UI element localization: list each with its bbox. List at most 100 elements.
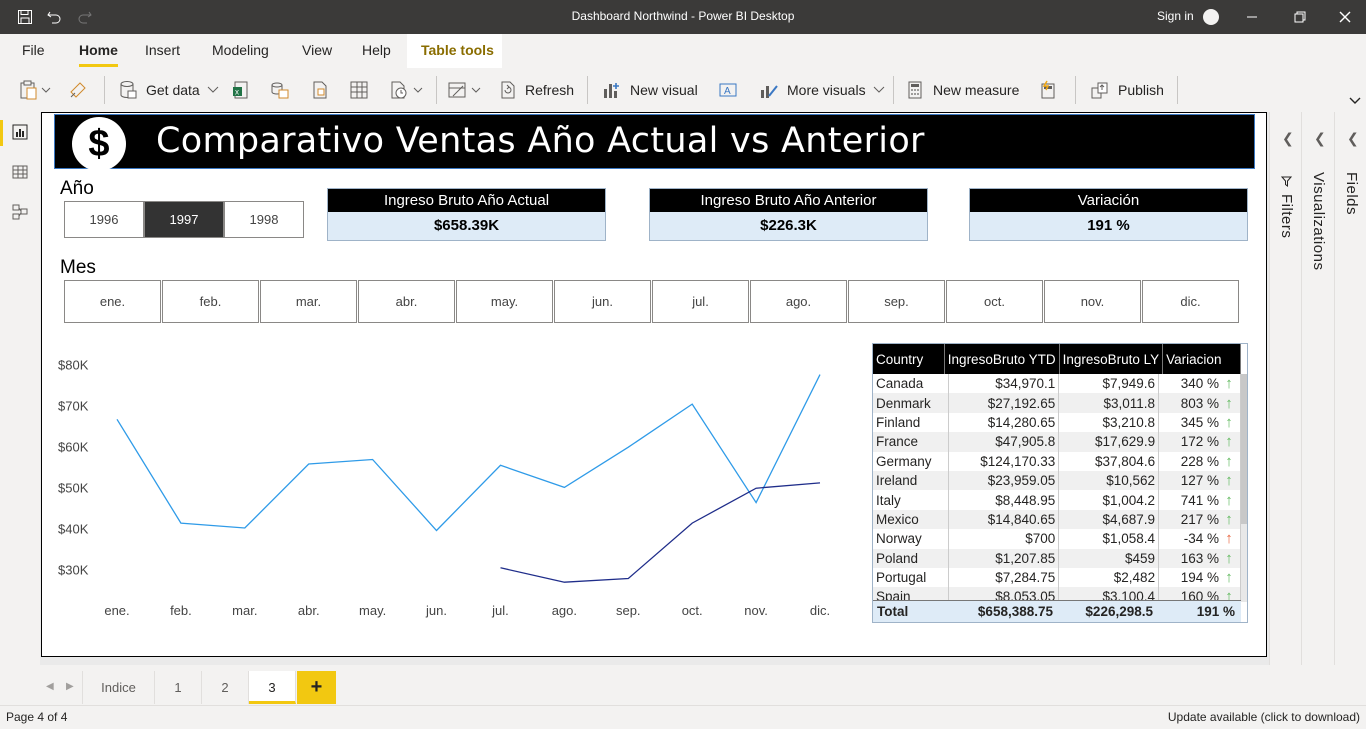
next-page-icon[interactable]: ▶ — [66, 681, 74, 692]
text-box-button[interactable]: A — [718, 79, 738, 101]
month-option[interactable]: jun. — [554, 280, 651, 323]
month-option[interactable]: feb. — [162, 280, 259, 323]
data-point[interactable] — [497, 565, 503, 571]
table-row[interactable]: Portugal $7,284.75 $2,482 194 % ↑ — [873, 567, 1241, 588]
page-tab-2[interactable]: 2 — [202, 671, 249, 704]
model-view-icon[interactable] — [12, 204, 28, 220]
new-visual-button[interactable]: New visual — [602, 79, 698, 101]
filters-pane[interactable]: ❮ Filters — [1269, 112, 1301, 705]
collapse-ribbon-icon[interactable] — [1348, 96, 1362, 106]
kpi-card-previous[interactable]: Ingreso Bruto Año Anterior $226.3K — [649, 188, 928, 241]
table-row[interactable]: Italy $8,448.95 $1,004.2 741 % ↑ — [873, 490, 1241, 510]
page-tab-3[interactable]: 3 — [249, 671, 296, 704]
new-measure-button[interactable]: New measure — [905, 79, 1019, 101]
data-point[interactable] — [689, 401, 695, 407]
format-painter-button[interactable] — [68, 79, 88, 101]
table-row[interactable]: Denmark $27,192.65 $3,011.8 803 % ↑ — [873, 393, 1241, 413]
table-row[interactable]: Norway $700 $1,058.4 -34 % ↑ — [873, 529, 1241, 549]
data-point[interactable] — [625, 444, 631, 450]
table-row[interactable]: Finland $14,280.65 $3,210.8 345 % ↑ — [873, 412, 1241, 433]
month-option[interactable]: mar. — [260, 280, 357, 323]
data-point[interactable] — [242, 525, 248, 531]
quick-measure-button[interactable] — [1038, 79, 1058, 101]
data-point[interactable] — [561, 484, 567, 490]
data-point[interactable] — [561, 579, 567, 585]
table-row[interactable]: France $47,905.8 $17,629.9 172 % ↑ — [873, 432, 1241, 452]
year-option-1997[interactable]: 1997 — [144, 201, 224, 238]
chevron-left-icon[interactable]: ❮ — [1282, 130, 1294, 147]
get-data-button[interactable]: Get data — [118, 79, 220, 101]
kpi-card-current[interactable]: Ingreso Bruto Año Actual $658.39K — [327, 188, 606, 241]
data-point[interactable] — [497, 462, 503, 468]
data-point[interactable] — [689, 520, 695, 526]
avatar[interactable] — [1203, 9, 1219, 25]
tab-file[interactable]: File — [22, 42, 45, 58]
tab-help[interactable]: Help — [362, 42, 391, 58]
update-available-link[interactable]: Update available (click to download) — [1168, 710, 1360, 724]
table-row[interactable]: Poland $1,207.85 $459 163 % ↑ — [873, 548, 1241, 568]
fields-pane[interactable]: ❮ Fields — [1334, 112, 1366, 705]
table-row[interactable]: Ireland $23,959.05 $10,562 127 % ↑ — [873, 470, 1241, 491]
add-page-button[interactable]: + — [297, 671, 336, 704]
tab-modeling[interactable]: Modeling — [212, 42, 269, 58]
data-point[interactable] — [753, 500, 759, 506]
data-point[interactable] — [625, 576, 631, 582]
tab-view[interactable]: View — [302, 42, 332, 58]
column-header-variacion[interactable]: Variacion — [1162, 344, 1241, 374]
month-option[interactable]: oct. — [946, 280, 1043, 323]
sign-in-link[interactable]: Sign in — [1157, 9, 1194, 23]
page-tab-1[interactable]: 1 — [155, 671, 202, 704]
kpi-card-variation[interactable]: Variación 191 % — [969, 188, 1248, 241]
month-option[interactable]: sep. — [848, 280, 945, 323]
table-row[interactable]: Spain $8,053.05 $3,100.4 160 % ↑ — [873, 587, 1241, 600]
month-option[interactable]: ene. — [64, 280, 161, 323]
chevron-left-icon[interactable]: ❮ — [1347, 130, 1359, 147]
chevron-left-icon[interactable]: ❮ — [1314, 130, 1326, 147]
report-view-icon[interactable] — [12, 124, 28, 140]
close-icon[interactable] — [1336, 8, 1354, 26]
month-option[interactable]: ago. — [750, 280, 847, 323]
line-chart[interactable]: $30K $40K $50K $60K $70K $80K ene. feb. mar. abr.… — [52, 340, 864, 625]
tab-table-tools[interactable]: Table tools — [407, 34, 502, 68]
prev-page-icon[interactable]: ◀ — [46, 681, 54, 692]
excel-button[interactable]: x — [232, 79, 252, 101]
column-header-ytd[interactable]: IngresoBruto YTD — [944, 344, 1060, 374]
tab-insert[interactable]: Insert — [145, 42, 180, 58]
month-option[interactable]: dic. — [1142, 280, 1239, 323]
restore-icon[interactable] — [1291, 8, 1309, 26]
country-table[interactable]: Country IngresoBruto YTD IngresoBruto LY… — [872, 343, 1248, 623]
visualizations-pane[interactable]: ❮ Visualizations — [1301, 112, 1334, 705]
data-point[interactable] — [817, 480, 823, 486]
enter-data-button[interactable] — [349, 79, 369, 101]
recent-sources-button[interactable] — [389, 79, 425, 101]
data-point[interactable] — [817, 372, 823, 378]
publish-button[interactable]: Publish — [1090, 79, 1164, 101]
dataset-button[interactable] — [270, 79, 290, 101]
series-line-previous-year[interactable] — [500, 482, 821, 583]
data-point[interactable] — [370, 457, 376, 463]
month-option[interactable]: abr. — [358, 280, 455, 323]
table-scroll-thumb[interactable] — [1241, 374, 1247, 524]
table-row[interactable]: Mexico $14,840.65 $4,687.9 217 % ↑ — [873, 509, 1241, 530]
data-point[interactable] — [434, 528, 440, 534]
column-header-country[interactable]: Country — [873, 344, 945, 374]
data-point[interactable] — [753, 485, 759, 491]
paste-button[interactable] — [19, 79, 53, 101]
dataverse-button[interactable] — [310, 79, 330, 101]
year-option-1996[interactable]: 1996 — [64, 201, 144, 238]
table-row[interactable]: Canada $34,970.1 $7,949.6 340 % ↑ — [873, 374, 1241, 394]
table-row[interactable]: Germany $124,170.33 $37,804.6 228 % ↑ — [873, 451, 1241, 471]
month-option[interactable]: nov. — [1044, 280, 1141, 323]
series-line-current-year[interactable] — [116, 374, 821, 532]
data-view-icon[interactable] — [12, 164, 28, 180]
page-tab-indice[interactable]: Indice — [82, 671, 155, 704]
data-point[interactable] — [114, 416, 120, 422]
year-option-1998[interactable]: 1998 — [224, 201, 304, 238]
refresh-button[interactable]: Refresh — [497, 79, 574, 101]
data-point[interactable] — [178, 520, 184, 526]
tab-home[interactable]: Home — [79, 42, 118, 67]
minimize-icon[interactable] — [1243, 8, 1261, 26]
column-header-ly[interactable]: IngresoBruto LY — [1059, 344, 1164, 374]
month-option[interactable]: may. — [456, 280, 553, 323]
month-option[interactable]: jul. — [652, 280, 749, 323]
